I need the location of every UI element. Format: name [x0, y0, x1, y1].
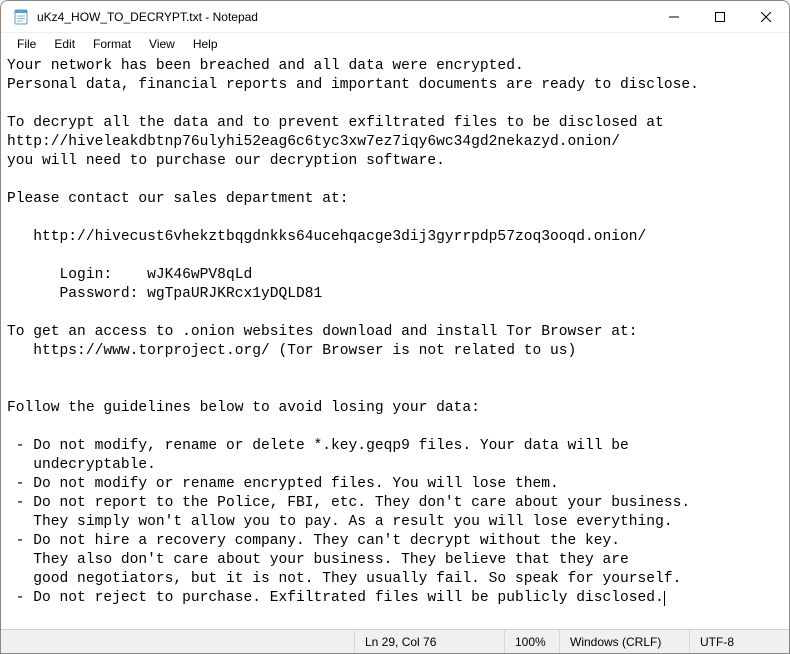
titlebar: uKz4_HOW_TO_DECRYPT.txt - Notepad [1, 1, 789, 33]
text-line: Password: wgTpaURJKRcx1yDQLD81 [7, 286, 322, 302]
statusbar: Ln 29, Col 76 100% Windows (CRLF) UTF-8 [1, 629, 789, 653]
text-line: - Do not hire a recovery company. They c… [7, 533, 620, 549]
text-line: http://hivecust6vhekztbqgdnkks64ucehqacg… [7, 229, 646, 245]
notepad-window: uKz4_HOW_TO_DECRYPT.txt - Notepad File E… [0, 0, 790, 654]
text-editor-area[interactable]: Your network has been breached and all d… [1, 55, 789, 629]
status-zoom: 100% [504, 630, 559, 653]
text-line: undecryptable. [7, 457, 156, 473]
text-caret [664, 591, 665, 606]
text-line: - Do not report to the Police, FBI, etc.… [7, 495, 690, 511]
menubar: File Edit Format View Help [1, 33, 789, 55]
text-line: Follow the guidelines below to avoid los… [7, 400, 480, 416]
menu-view[interactable]: View [141, 35, 183, 53]
close-button[interactable] [743, 1, 789, 33]
window-title: uKz4_HOW_TO_DECRYPT.txt - Notepad [37, 10, 651, 24]
status-line-ending: Windows (CRLF) [559, 630, 689, 653]
text-line: - Do not modify or rename encrypted file… [7, 476, 559, 492]
text-line: you will need to purchase our decryption… [7, 153, 445, 169]
text-line: https://www.torproject.org/ (Tor Browser… [7, 343, 576, 359]
text-line: Please contact our sales department at: [7, 191, 349, 207]
status-position: Ln 29, Col 76 [354, 630, 504, 653]
minimize-button[interactable] [651, 1, 697, 33]
text-line: - Do not modify, rename or delete *.key.… [7, 438, 629, 454]
window-controls [651, 1, 789, 32]
text-line: http://hiveleakdbtnp76ulyhi52eag6c6tyc3x… [7, 134, 620, 150]
menu-file[interactable]: File [9, 35, 44, 53]
status-encoding: UTF-8 [689, 630, 789, 653]
maximize-button[interactable] [697, 1, 743, 33]
text-line: They simply won't allow you to pay. As a… [7, 514, 673, 530]
notepad-icon [13, 9, 29, 25]
text-line: good negotiators, but it is not. They us… [7, 571, 681, 587]
text-line: Login: wJK46wPV8qLd [7, 267, 252, 283]
text-line: Your network has been breached and all d… [7, 58, 524, 74]
status-spacer [1, 630, 354, 653]
text-line: To decrypt all the data and to prevent e… [7, 115, 664, 131]
menu-edit[interactable]: Edit [46, 35, 83, 53]
menu-format[interactable]: Format [85, 35, 139, 53]
text-line: Personal data, financial reports and imp… [7, 77, 699, 93]
menu-help[interactable]: Help [185, 35, 226, 53]
text-line: - Do not reject to purchase. Exfiltrated… [7, 590, 664, 606]
text-line: To get an access to .onion websites down… [7, 324, 638, 340]
text-line: They also don't care about your business… [7, 552, 629, 568]
